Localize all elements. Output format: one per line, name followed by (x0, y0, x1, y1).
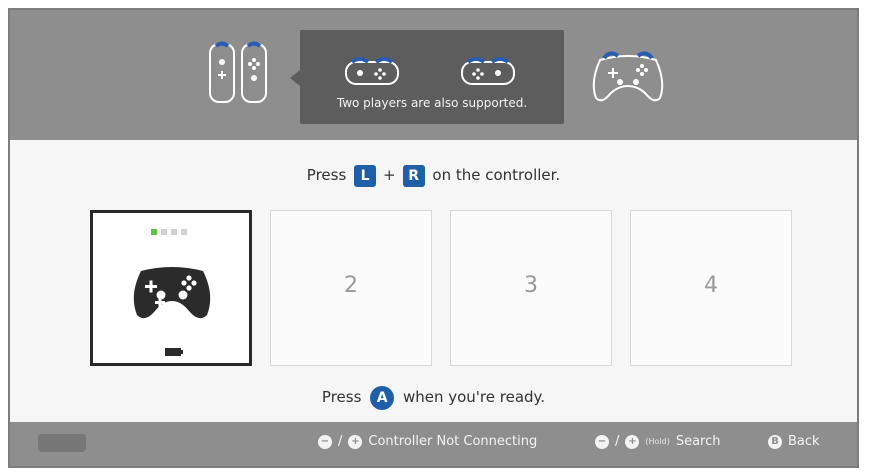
minus-button-icon: − (318, 434, 332, 449)
minus-button-icon: − (595, 434, 609, 449)
controller-pairing-screen: Two players are also supported. Press L +… (8, 8, 859, 468)
a-button-glyph: A (370, 385, 395, 410)
b-button-icon: B (768, 434, 782, 449)
ready-suffix: when you're ready. (402, 388, 546, 406)
hold-label: (Hold) (645, 437, 670, 446)
pro-controller-icon (590, 46, 666, 110)
player-indicator-leds (151, 229, 187, 235)
controller-style-bar: Two players are also supported. (10, 10, 857, 140)
player-slot-2[interactable]: 2 (270, 210, 432, 366)
search-label: Search (675, 434, 721, 449)
plus-button-icon: + (348, 434, 363, 449)
ready-press-text: Press (321, 388, 362, 406)
ready-instruction: Press A when you're ready. (10, 385, 857, 410)
two-player-tooltip: Two players are also supported. (290, 30, 564, 124)
slash-text: / (615, 434, 620, 449)
back-label: Back (788, 434, 820, 449)
footer-bar: − / + Controller Not Connecting − / + (H… (10, 422, 857, 466)
pro-controller-filled-icon (131, 261, 213, 327)
footer-controller-icons (38, 434, 86, 452)
sideways-joycon-left-icon (344, 54, 400, 92)
r-button-glyph: R (402, 164, 425, 187)
battery-icon (165, 341, 183, 360)
slash-text: / (338, 434, 343, 449)
slot-number: 2 (344, 273, 358, 298)
slot-number: 4 (704, 273, 718, 298)
tooltip-text: Two players are also supported. (336, 96, 528, 110)
back-button[interactable]: B Back (768, 434, 820, 449)
plus-text: + (383, 166, 396, 184)
search-button[interactable]: − / + (Hold) Search (595, 434, 721, 449)
player-slot-3[interactable]: 3 (450, 210, 612, 366)
pairing-instruction: Press L + R on the controller. (10, 163, 857, 187)
controller-not-connecting-label: Controller Not Connecting (368, 434, 538, 449)
instruction-suffix: on the controller. (432, 166, 561, 184)
controller-not-connecting-button[interactable]: − / + Controller Not Connecting (318, 434, 537, 449)
plus-button-icon: + (625, 434, 640, 449)
instruction-press-text: Press (306, 166, 347, 184)
player-slot-4[interactable]: 4 (630, 210, 792, 366)
l-button-glyph: L (354, 164, 377, 187)
sideways-joycon-right-icon (460, 54, 516, 92)
player-slot-1[interactable] (90, 210, 252, 366)
slot-number: 3 (524, 273, 538, 298)
joycon-pair-icon (208, 40, 270, 110)
